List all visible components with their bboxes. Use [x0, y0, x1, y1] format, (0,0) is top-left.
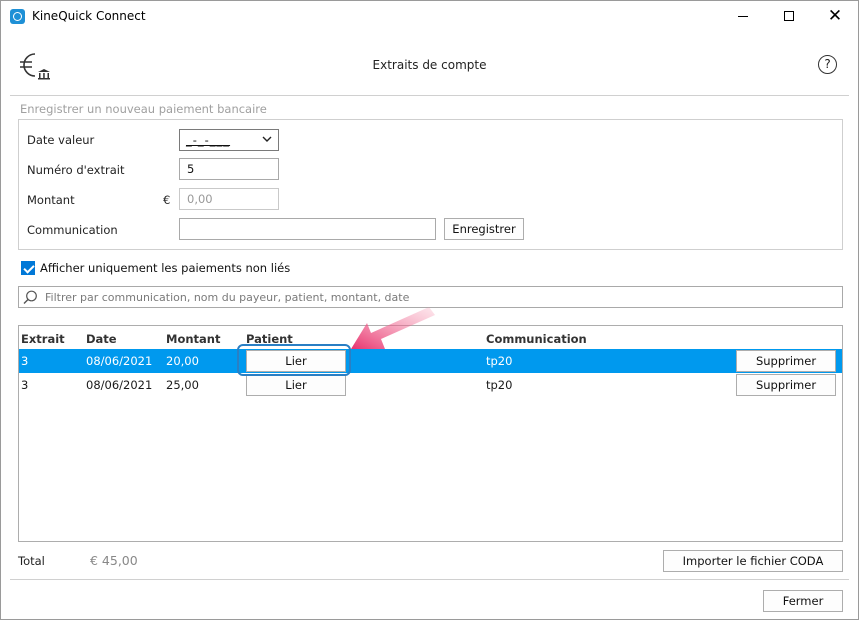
- cell-communication: tp20: [486, 378, 513, 392]
- communication-label: Communication: [27, 223, 118, 237]
- annotation-arrow-icon: [351, 307, 435, 349]
- amount-input[interactable]: 0,00: [179, 188, 279, 210]
- only-unlinked-checkbox[interactable]: [21, 261, 35, 275]
- delete-button[interactable]: Supprimer: [736, 350, 836, 372]
- total-label: Total: [18, 554, 45, 568]
- minimize-button[interactable]: [720, 1, 766, 31]
- column-header-extract[interactable]: Extrait: [21, 332, 65, 346]
- cell-amount: 20,00: [166, 354, 199, 368]
- column-header-amount[interactable]: Montant: [166, 332, 220, 346]
- amount-label: Montant: [27, 193, 75, 207]
- close-icon: ✕: [827, 5, 843, 26]
- title-bar: KineQuick Connect ✕: [1, 1, 858, 31]
- date-valeur-select[interactable]: _-_-___: [179, 129, 279, 151]
- close-button[interactable]: Fermer: [763, 590, 843, 612]
- extract-number-label: Numéro d'extrait: [27, 163, 125, 177]
- column-header-date[interactable]: Date: [86, 332, 117, 346]
- minimize-icon: [738, 15, 748, 17]
- cell-extract: 3: [21, 354, 29, 368]
- footer-divider: [10, 579, 849, 580]
- save-button[interactable]: Enregistrer: [444, 218, 524, 240]
- header-divider: [10, 95, 849, 96]
- cell-date: 08/06/2021: [86, 354, 153, 368]
- search-icon: [23, 290, 37, 304]
- maximize-icon: [784, 11, 794, 21]
- maximize-button[interactable]: [766, 1, 812, 31]
- import-coda-button[interactable]: Importer le fichier CODA: [663, 550, 843, 572]
- date-valeur-value: _-_-___: [186, 133, 231, 147]
- delete-button[interactable]: Supprimer: [736, 374, 836, 396]
- help-icon[interactable]: ?: [818, 55, 837, 74]
- date-label: Date valeur: [27, 133, 95, 147]
- column-header-communication[interactable]: Communication: [486, 332, 587, 346]
- extract-number-input[interactable]: 5: [179, 158, 279, 180]
- link-patient-button[interactable]: Lier: [246, 374, 346, 396]
- cell-date: 08/06/2021: [86, 378, 153, 392]
- cell-extract: 3: [21, 378, 29, 392]
- cell-amount: 25,00: [166, 378, 199, 392]
- form-group-title: Enregistrer un nouveau paiement bancaire: [20, 102, 267, 116]
- annotation-highlight-box: [237, 344, 351, 376]
- only-unlinked-label[interactable]: Afficher uniquement les paiements non li…: [40, 261, 290, 275]
- app-title: KineQuick Connect: [32, 9, 146, 23]
- page-title: Extraits de compte: [372, 58, 487, 72]
- table-row[interactable]: 3 08/06/2021 25,00 Lier tp20 Supprimer: [19, 373, 842, 397]
- total-value: € 45,00: [90, 553, 138, 568]
- app-window: KineQuick Connect ✕ Extraits de compte ?…: [0, 0, 859, 620]
- chevron-down-icon: [262, 132, 272, 149]
- kinequick-logo-icon: [10, 9, 25, 24]
- currency-symbol: €: [163, 193, 171, 207]
- close-window-button[interactable]: ✕: [812, 1, 858, 31]
- communication-input[interactable]: [179, 218, 436, 240]
- cell-communication: tp20: [486, 354, 513, 368]
